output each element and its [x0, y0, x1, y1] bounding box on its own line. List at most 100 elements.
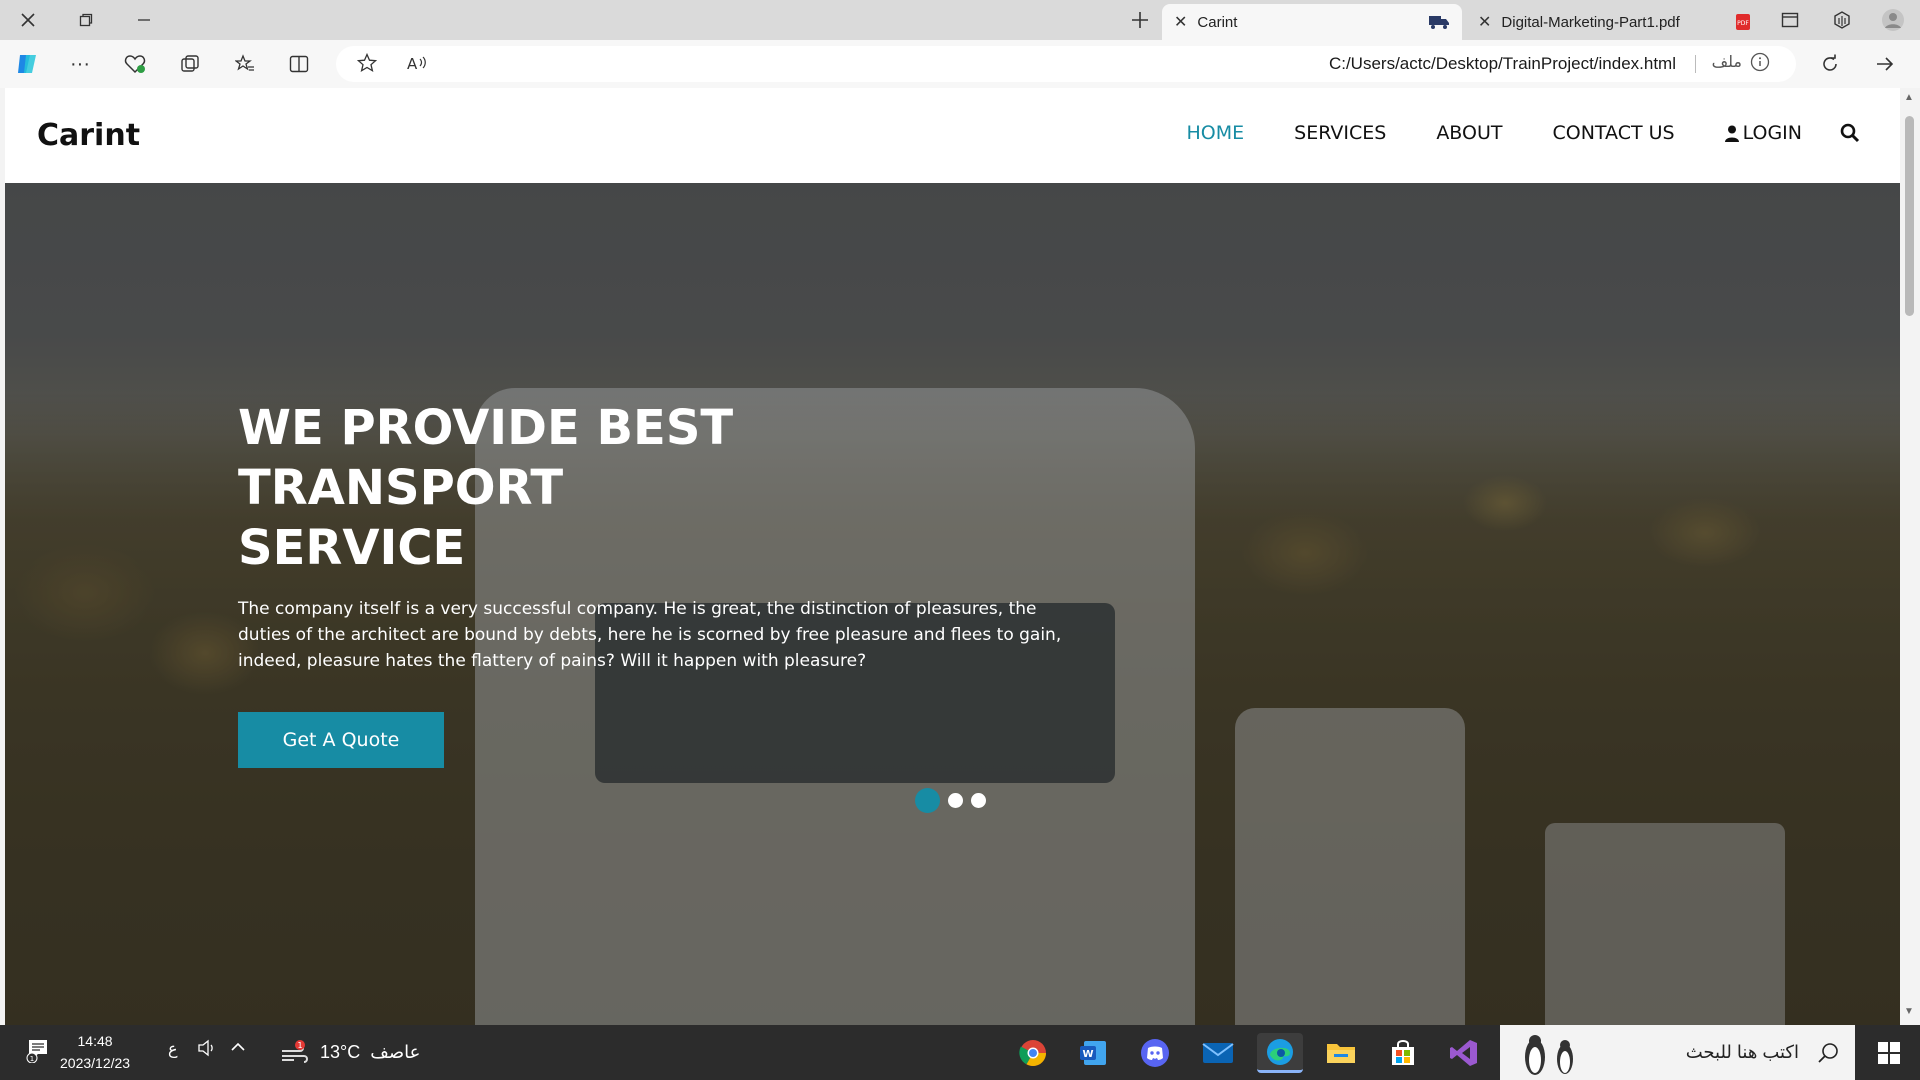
nav-contact[interactable]: CONTACT US	[1552, 122, 1674, 144]
browser-essentials-button[interactable]	[120, 50, 150, 78]
hero-title: WE PROVIDE BEST TRANSPORT SERVICE	[238, 400, 734, 576]
info-icon	[1750, 52, 1770, 72]
notification-icon: 1	[26, 1040, 47, 1064]
edge-icon	[1267, 1038, 1293, 1065]
site-info-button[interactable]: ملف	[1712, 52, 1770, 72]
slider-dot-2[interactable]	[948, 793, 963, 808]
workspaces-button[interactable]	[1829, 8, 1855, 32]
tab-title: Carint	[1197, 13, 1238, 31]
login-label: LOGIN	[1742, 122, 1802, 144]
address-bar[interactable]: A C:/Users/actc/Desktop/TrainProject/ind…	[336, 46, 1796, 82]
minimize-window-button[interactable]	[116, 0, 172, 40]
taskbar-discord[interactable]	[1132, 1033, 1178, 1073]
search-icon	[1840, 123, 1860, 143]
discord-icon	[1141, 1039, 1169, 1067]
weather-widget[interactable]: 1 13°C عاصف	[280, 1039, 420, 1065]
slider-dot-3[interactable]	[971, 793, 986, 808]
taskbar-word[interactable]: W	[1070, 1033, 1116, 1073]
nav-home[interactable]: HOME	[1187, 122, 1245, 144]
word-icon: W	[1080, 1041, 1106, 1065]
profile-button[interactable]	[1880, 8, 1906, 32]
more-options-button[interactable]: ···	[65, 50, 95, 78]
refresh-icon	[1823, 54, 1837, 71]
user-icon	[1724, 125, 1739, 142]
read-aloud-button[interactable]: A	[402, 49, 432, 77]
arrow-right-icon	[1877, 57, 1894, 71]
new-tab-button[interactable]	[1124, 4, 1156, 36]
hero-content: WE PROVIDE BEST TRANSPORT SERVICE The co…	[238, 398, 1078, 768]
truck-icon	[1429, 16, 1449, 29]
split-screen-button[interactable]	[284, 50, 314, 78]
slider-dot-1[interactable]	[915, 788, 940, 813]
address-separator	[1695, 55, 1696, 73]
hero-slider: WE PROVIDE BEST TRANSPORT SERVICE The co…	[5, 183, 1902, 1025]
site-logo[interactable]: Carint	[37, 118, 140, 153]
clock-time: 14:48	[77, 1033, 113, 1049]
taskbar-file-explorer[interactable]	[1318, 1033, 1364, 1073]
copilot-icon	[18, 55, 36, 73]
system-clock[interactable]: 14:48 2023/12/23	[60, 1030, 130, 1074]
get-quote-button[interactable]: Get A Quote	[238, 712, 444, 768]
collections-button[interactable]	[175, 50, 205, 78]
input-language[interactable]: ع	[168, 1039, 178, 1059]
scroll-down-icon[interactable]: ▼	[1904, 1006, 1914, 1017]
taskbar-edge[interactable]	[1257, 1033, 1303, 1073]
more-icon: ···	[70, 52, 90, 75]
notifications-button[interactable]: 1	[26, 1037, 50, 1068]
chrome-icon	[1019, 1040, 1047, 1067]
pdf-icon: PDF	[1736, 14, 1750, 30]
close-icon	[21, 13, 35, 27]
favorites-button[interactable]	[230, 50, 260, 78]
search-button[interactable]	[1840, 123, 1860, 143]
start-button[interactable]	[1858, 1025, 1920, 1080]
slider-dots	[915, 788, 986, 813]
windows-taskbar: 1 14:48 2023/12/23 ع 1 13°C عاصف W اكتب	[0, 1025, 1920, 1080]
close-window-button[interactable]	[0, 0, 56, 40]
workspaces-icon	[1834, 11, 1850, 29]
copilot-button[interactable]	[12, 50, 42, 78]
add-favorite-button[interactable]	[352, 49, 382, 77]
chevron-up-icon	[231, 1042, 245, 1051]
site-header: Carint HOME SERVICES ABOUT CONTACT US LO…	[5, 88, 1902, 183]
tab-close-icon[interactable]: ✕	[1478, 12, 1491, 32]
nav-about[interactable]: ABOUT	[1436, 122, 1502, 144]
penguins-icon	[1525, 1035, 1573, 1075]
scroll-up-icon[interactable]: ▲	[1904, 92, 1914, 103]
tab-layout-icon	[1781, 12, 1799, 28]
show-hidden-icons-button[interactable]	[230, 1039, 246, 1060]
tab-pdf[interactable]: ✕ Digital-Marketing-Part1.pdf PDF	[1466, 4, 1766, 40]
nav-login[interactable]: LOGIN	[1724, 122, 1802, 144]
url-text[interactable]: C:/Users/actc/Desktop/TrainProject/index…	[1329, 54, 1676, 74]
refresh-button[interactable]	[1815, 50, 1845, 78]
tab-title: Digital-Marketing-Part1.pdf	[1501, 13, 1680, 31]
page-scrollbar[interactable]: ▲ ▼	[1900, 88, 1920, 1025]
tab-close-icon[interactable]: ✕	[1174, 12, 1187, 32]
taskbar-store[interactable]	[1380, 1033, 1426, 1073]
split-screen-icon	[289, 55, 309, 73]
read-aloud-icon: A	[407, 55, 426, 73]
search-placeholder: اكتب هنا للبحث	[1685, 1042, 1799, 1062]
web-viewport: Carint HOME SERVICES ABOUT CONTACT US LO…	[5, 88, 1902, 1025]
tab-actions-button[interactable]	[1777, 8, 1803, 32]
taskbar-chrome[interactable]	[1010, 1033, 1056, 1073]
svg-text:A: A	[407, 55, 418, 73]
forward-button[interactable]	[1870, 50, 1900, 78]
browser-tab-strip: ✕ Carint ✕ Digital-Marketing-Part1.pdf P…	[0, 0, 1920, 40]
store-icon	[1392, 1040, 1414, 1065]
folder-icon	[1327, 1044, 1355, 1063]
restore-icon	[79, 13, 93, 27]
windy-icon: 1	[282, 1040, 308, 1063]
tab-carint[interactable]: ✕ Carint	[1162, 4, 1462, 40]
weather-badge: 1	[297, 1041, 302, 1050]
restore-window-button[interactable]	[58, 0, 114, 40]
scroll-thumb[interactable]	[1905, 116, 1914, 316]
taskbar-visual-studio[interactable]	[1441, 1033, 1487, 1073]
site-info-label: ملف	[1711, 54, 1742, 71]
volume-button[interactable]	[197, 1039, 217, 1062]
main-nav: HOME SERVICES ABOUT CONTACT US LOGIN	[1137, 122, 1861, 144]
taskbar-search-box[interactable]: اكتب هنا للبحث	[1500, 1025, 1855, 1080]
avatar-icon	[1882, 9, 1904, 31]
taskbar-mail[interactable]	[1195, 1033, 1241, 1073]
hero-description: The company itself is a very successful …	[238, 599, 1062, 671]
nav-services[interactable]: SERVICES	[1294, 122, 1386, 144]
